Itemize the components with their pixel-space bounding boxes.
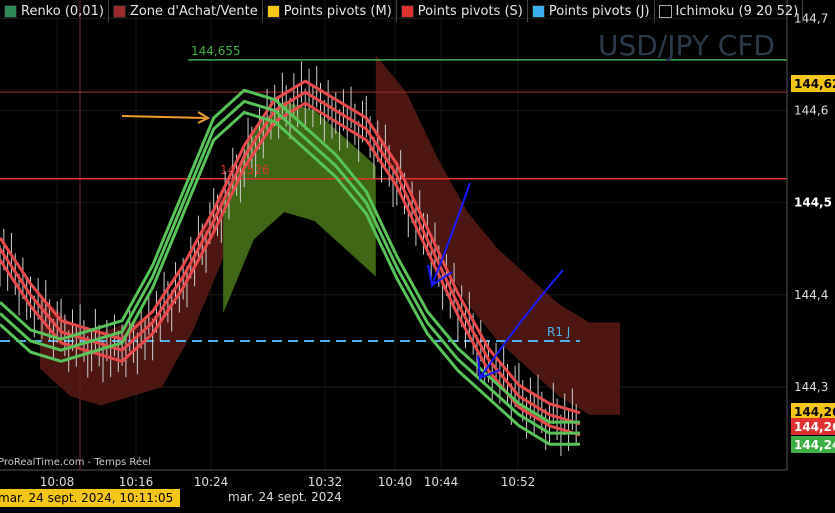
price-tag-label: 144,62	[794, 77, 835, 91]
cursor-time-label: mar. 24 sept. 2024, 10:11:05	[0, 491, 173, 505]
legend-item-label: Points pivots (J)	[548, 3, 650, 19]
pivot-level-label: 144,655	[191, 44, 241, 58]
x-tick-label: 10:52	[501, 475, 536, 489]
y-tick-label: 144,3	[794, 380, 828, 394]
square-icon	[400, 4, 414, 18]
legend-item-label: Renko (0,01)	[21, 3, 104, 19]
x-tick-label: 10:44	[424, 475, 459, 489]
legend-item[interactable]: Points pivots (M)	[263, 0, 397, 22]
y-tick-label: 144,6	[794, 104, 828, 118]
instrument-watermark: USD/JPY CFD	[598, 29, 775, 62]
legend-item[interactable]: Points pivots (S)	[397, 0, 528, 22]
price-tag-label: 144,26	[794, 420, 835, 434]
x-tick-label: 10:16	[119, 475, 154, 489]
legend-item-label: Zone d'Achat/Vente	[129, 3, 258, 19]
price-chart[interactable]: 144,655144,526R1 J 144,7144,6144,5144,41…	[0, 0, 835, 513]
price-tag-label: 144,24	[794, 438, 835, 452]
x-date-label: mar. 24 sept. 2024	[228, 490, 342, 504]
renko-candles-icon	[4, 4, 17, 18]
indicator-legend: Renko (0,01) Zone d'Achat/Vente Points piv…	[0, 0, 804, 22]
y-tick-label: 144,5	[794, 196, 832, 210]
square-icon	[531, 4, 545, 18]
x-tick-label: 10:40	[378, 475, 413, 489]
y-axis-panel	[787, 0, 835, 470]
x-tick-label: 10:32	[308, 475, 343, 489]
source-label: ProRealTime.com - Temps Réel	[0, 456, 151, 468]
y-tick-label: 144,4	[794, 288, 828, 302]
legend-item[interactable]: Zone d'Achat/Vente	[109, 0, 263, 22]
square-icon	[658, 4, 672, 18]
x-tick-label: 10:24	[194, 475, 229, 489]
legend-item-label: Points pivots (S)	[417, 3, 523, 19]
bars-icon	[112, 4, 126, 18]
legend-item[interactable]: Ichimoku (9 20 52)	[655, 0, 804, 22]
square-icon	[266, 4, 280, 18]
legend-item[interactable]: Points pivots (J)	[528, 0, 655, 22]
legend-item-label: Ichimoku (9 20 52)	[675, 3, 799, 19]
price-tag-label: 144,26	[794, 405, 835, 419]
legend-item[interactable]: Renko (0,01)	[0, 0, 109, 22]
annotation-arrow[interactable]	[121, 115, 206, 119]
x-tick-label: 10:08	[40, 475, 75, 489]
legend-item-label: Points pivots (M)	[283, 3, 392, 19]
pivot-level-label: R1 J	[547, 325, 570, 339]
